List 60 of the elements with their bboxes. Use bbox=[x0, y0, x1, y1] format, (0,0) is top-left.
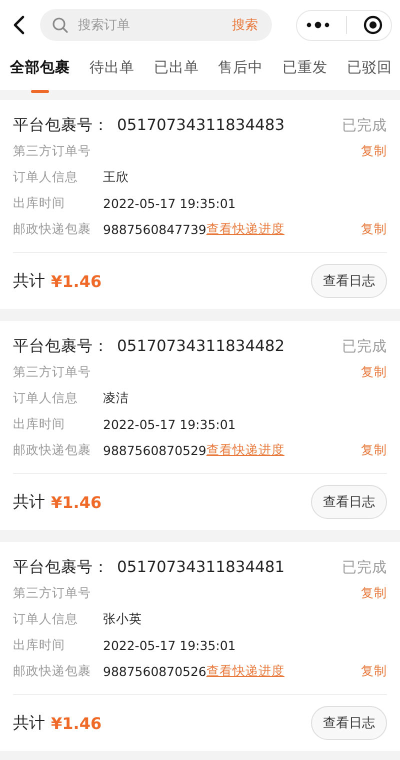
copy-link[interactable]: 复制 bbox=[361, 220, 387, 238]
field-label: 订单人信息 bbox=[13, 390, 79, 406]
tab[interactable]: 待出单 bbox=[89, 58, 134, 90]
search-field[interactable]: 搜索订单 搜索 bbox=[40, 9, 272, 41]
order-status: 已完成 bbox=[342, 116, 387, 134]
target-icon[interactable] bbox=[363, 15, 384, 35]
total-label: 共计 bbox=[13, 270, 45, 292]
field-label: 订单人信息 bbox=[13, 168, 79, 186]
field-label: 邮政快递包裹 bbox=[13, 662, 92, 680]
search-icon bbox=[52, 17, 68, 33]
field-value: 凌洁 bbox=[103, 390, 129, 406]
view-log-button[interactable]: 查看日志 bbox=[311, 485, 387, 519]
order-status: 已完成 bbox=[342, 558, 387, 576]
total-amount: ¥1.46 bbox=[51, 272, 102, 290]
field-label: 第三方订单号 bbox=[13, 142, 92, 160]
tab[interactable]: 已驳回 bbox=[346, 58, 392, 90]
copy-link[interactable]: 复制 bbox=[361, 584, 387, 602]
field-value: 2022-05-17 19:35:01 bbox=[103, 638, 236, 652]
tracking-link[interactable]: 查看快递进度 bbox=[206, 220, 284, 238]
order-status: 已完成 bbox=[342, 338, 387, 356]
field-value: 2022-05-17 19:35:01 bbox=[103, 196, 236, 210]
package-number: 05170734311834481 bbox=[117, 558, 285, 576]
field-label: 邮政快递包裹 bbox=[13, 220, 92, 238]
total-label: 共计 bbox=[13, 712, 45, 734]
field-label: 出库时间 bbox=[13, 416, 66, 432]
total-amount: ¥1.46 bbox=[51, 714, 102, 732]
field-label: 第三方订单号 bbox=[13, 364, 92, 380]
view-log-button[interactable]: 查看日志 bbox=[311, 264, 387, 298]
field-label: 第三方订单号 bbox=[13, 584, 92, 602]
back-icon[interactable] bbox=[12, 15, 26, 35]
package-number: 05170734311834482 bbox=[117, 337, 285, 355]
copy-link[interactable]: 复制 bbox=[361, 142, 387, 160]
copy-link[interactable]: 复制 bbox=[361, 662, 387, 680]
tab[interactable]: 全部包裹 bbox=[10, 58, 70, 90]
field-label: 出库时间 bbox=[13, 636, 66, 654]
package-label: 平台包裹号： bbox=[13, 114, 109, 136]
field-value: 9887560870526 bbox=[103, 664, 206, 678]
package-label: 平台包裹号： bbox=[13, 336, 109, 356]
total-amount: ¥1.46 bbox=[51, 492, 102, 512]
more-icon[interactable] bbox=[304, 21, 331, 29]
tracking-link[interactable]: 查看快递进度 bbox=[206, 442, 284, 458]
package-number: 05170734311834483 bbox=[117, 116, 285, 134]
view-log-button[interactable]: 查看日志 bbox=[311, 706, 387, 740]
copy-link[interactable]: 复制 bbox=[361, 364, 387, 380]
copy-link[interactable]: 复制 bbox=[361, 442, 387, 458]
field-value: 9887560870529 bbox=[103, 442, 206, 458]
field-label: 邮政快递包裹 bbox=[13, 442, 92, 458]
field-label: 出库时间 bbox=[13, 194, 66, 212]
field-value: 张小英 bbox=[103, 610, 142, 628]
package-label: 平台包裹号： bbox=[13, 556, 109, 578]
search-button[interactable]: 搜索 bbox=[232, 16, 258, 34]
tracking-link[interactable]: 查看快递进度 bbox=[206, 662, 284, 680]
tab[interactable]: 已出单 bbox=[154, 58, 199, 90]
total-label: 共计 bbox=[13, 492, 45, 512]
field-value: 9887560847739 bbox=[103, 222, 206, 236]
field-value: 王欣 bbox=[103, 168, 129, 186]
field-label: 订单人信息 bbox=[13, 610, 79, 628]
tab[interactable]: 售后中 bbox=[218, 58, 264, 90]
field-value: 2022-05-17 19:35:01 bbox=[103, 416, 236, 432]
tab[interactable]: 已重发 bbox=[282, 58, 328, 90]
